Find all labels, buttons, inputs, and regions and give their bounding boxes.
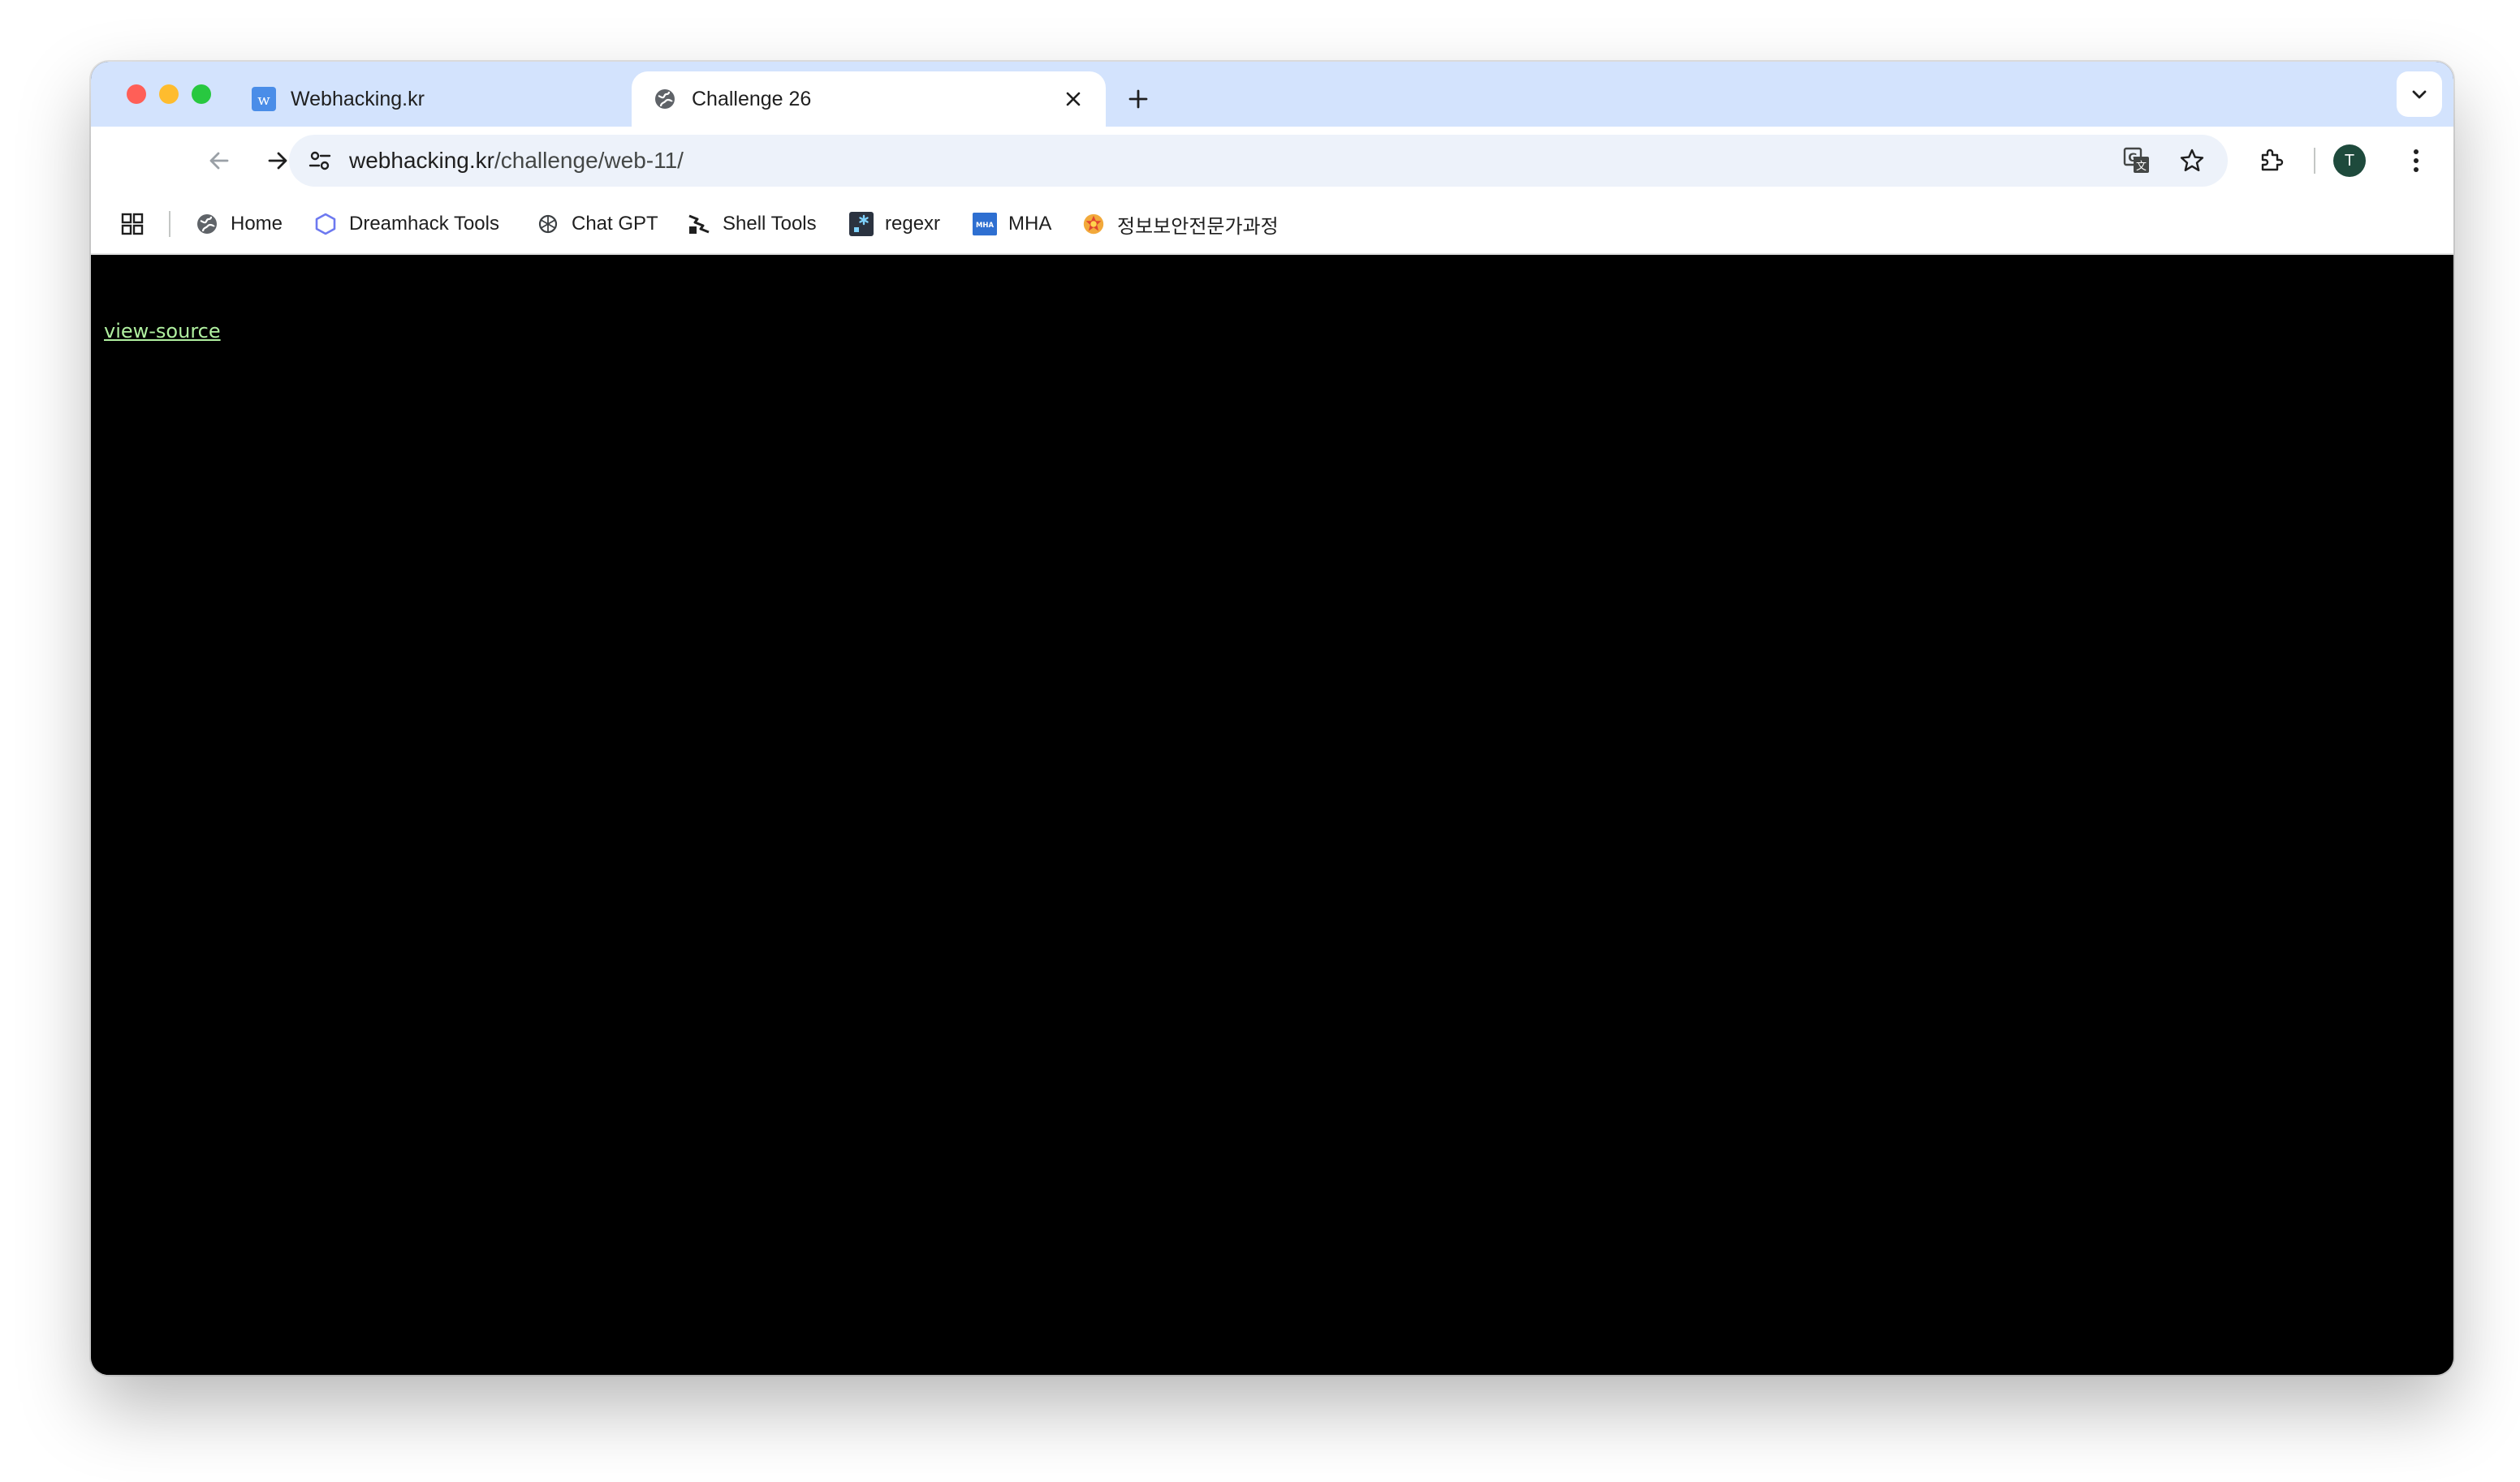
bookmark-label: MHA [1008,213,1052,235]
back-button[interactable] [196,138,242,183]
close-window-button[interactable] [127,84,146,104]
chevron-down-icon [2412,90,2427,99]
site-info-icon[interactable] [300,141,339,180]
tab-strip: w Webhacking.kr Challenge 26 [91,62,2453,127]
view-source-link[interactable]: view-source [104,320,221,342]
bookmark-label: regexr [885,213,941,235]
close-icon[interactable] [1059,84,1088,114]
bookmark-regexr[interactable]: regexr [849,208,940,240]
toolbar-divider [2314,148,2315,174]
arrow-left-icon [209,152,229,170]
page-content: view-source [91,255,2453,1375]
bookmark-label: Dreamhack Tools [349,213,499,235]
bookmark-label: Chat GPT [572,213,658,235]
globe-icon [653,87,677,111]
bookmarks-divider [169,211,170,237]
bookmark-label: 정보보안전문가과정 [1117,215,1279,238]
minimize-window-button[interactable] [159,84,179,104]
svg-text:文: 文 [2136,161,2147,173]
maximize-window-button[interactable] [192,84,211,104]
apps-grid-icon [120,212,145,236]
bookmark-star-icon[interactable] [2173,141,2211,180]
regexr-icon [849,212,874,236]
tab-title: Challenge 26 [692,87,812,110]
bookmark-infosec-course[interactable]: 정보보안전문가과정 [1081,208,1279,240]
plus-icon [1128,89,1148,109]
apps-button[interactable] [120,208,156,240]
bookmark-mha[interactable]: MHA MHA [973,208,1051,240]
w-logo-icon: w [252,87,276,111]
svg-text:w: w [257,92,270,109]
menu-kebab-icon[interactable] [2393,138,2439,183]
svg-text:MHA: MHA [976,221,994,229]
tab-search-button[interactable] [2397,71,2442,117]
new-tab-button[interactable] [1117,78,1159,120]
bookmark-shell-tools[interactable]: Shell Tools [687,208,817,240]
address-bar[interactable]: webhacking.kr/challenge/web-11/ G文 [289,135,2228,187]
bookmarks-bar: Home Dreamhack Tools Chat GPT Shell Tool… [91,195,2453,255]
bookmark-label: Shell Tools [723,213,817,235]
profile-avatar[interactable]: T [2333,144,2366,177]
bookmark-dreamhack-tools[interactable]: Dreamhack Tools [313,208,499,240]
url-path: /challenge/web-11/ [494,148,684,173]
globe-icon [195,212,219,236]
tab-challenge-26[interactable]: Challenge 26 [632,71,1106,127]
translate-icon[interactable]: G文 [2117,141,2156,180]
hexagon-icon [313,212,338,236]
arrow-right-icon [268,152,287,170]
url-text[interactable]: webhacking.kr/challenge/web-11/ [349,135,684,187]
url-host: webhacking.kr [349,148,494,173]
emblem-icon [1081,212,1106,236]
toolbar: webhacking.kr/challenge/web-11/ G文 T [91,127,2453,195]
extensions-icon[interactable] [2249,138,2294,183]
mha-icon: MHA [973,212,997,236]
tab-title: Webhacking.kr [291,87,425,110]
bookmark-chat-gpt[interactable]: Chat GPT [536,208,658,240]
openai-icon [536,212,560,236]
shell-icon [687,212,711,236]
bookmark-home[interactable]: Home [195,208,283,240]
bookmark-label: Home [231,213,283,235]
browser-window: w Webhacking.kr Challenge 26 webhacking.… [91,62,2453,1375]
